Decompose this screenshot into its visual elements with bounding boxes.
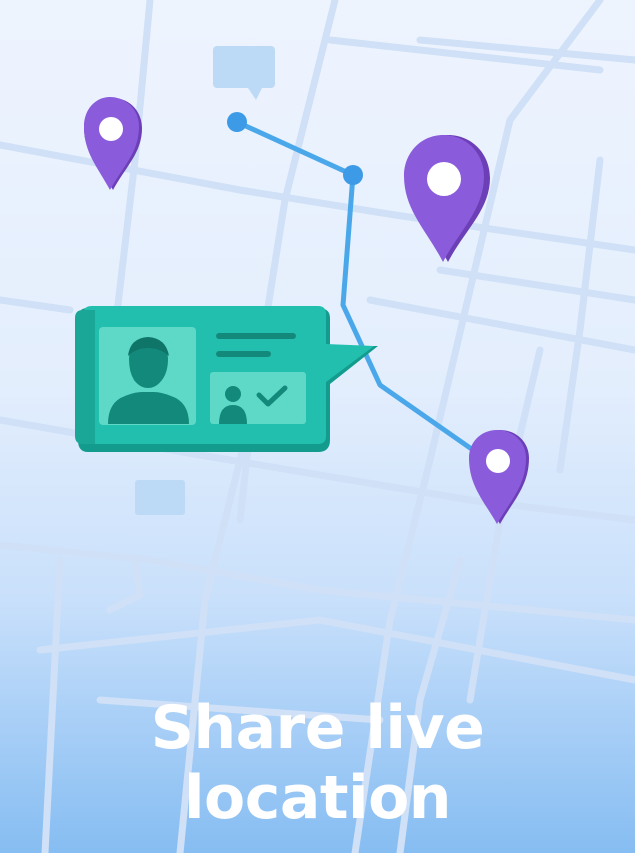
profile-card — [75, 306, 378, 452]
map-pin-icon — [404, 135, 490, 262]
info-line — [216, 351, 271, 357]
map-label-icon — [135, 480, 185, 515]
headline-line-1: Share live — [150, 693, 485, 763]
info-line — [216, 333, 296, 339]
headline-line-2: location — [183, 763, 452, 833]
route-waypoint — [343, 165, 363, 185]
route-waypoint — [227, 112, 247, 132]
headline: Share live location — [0, 693, 635, 833]
speech-bubble-icon — [213, 46, 275, 100]
map-pin-icon — [469, 430, 529, 524]
